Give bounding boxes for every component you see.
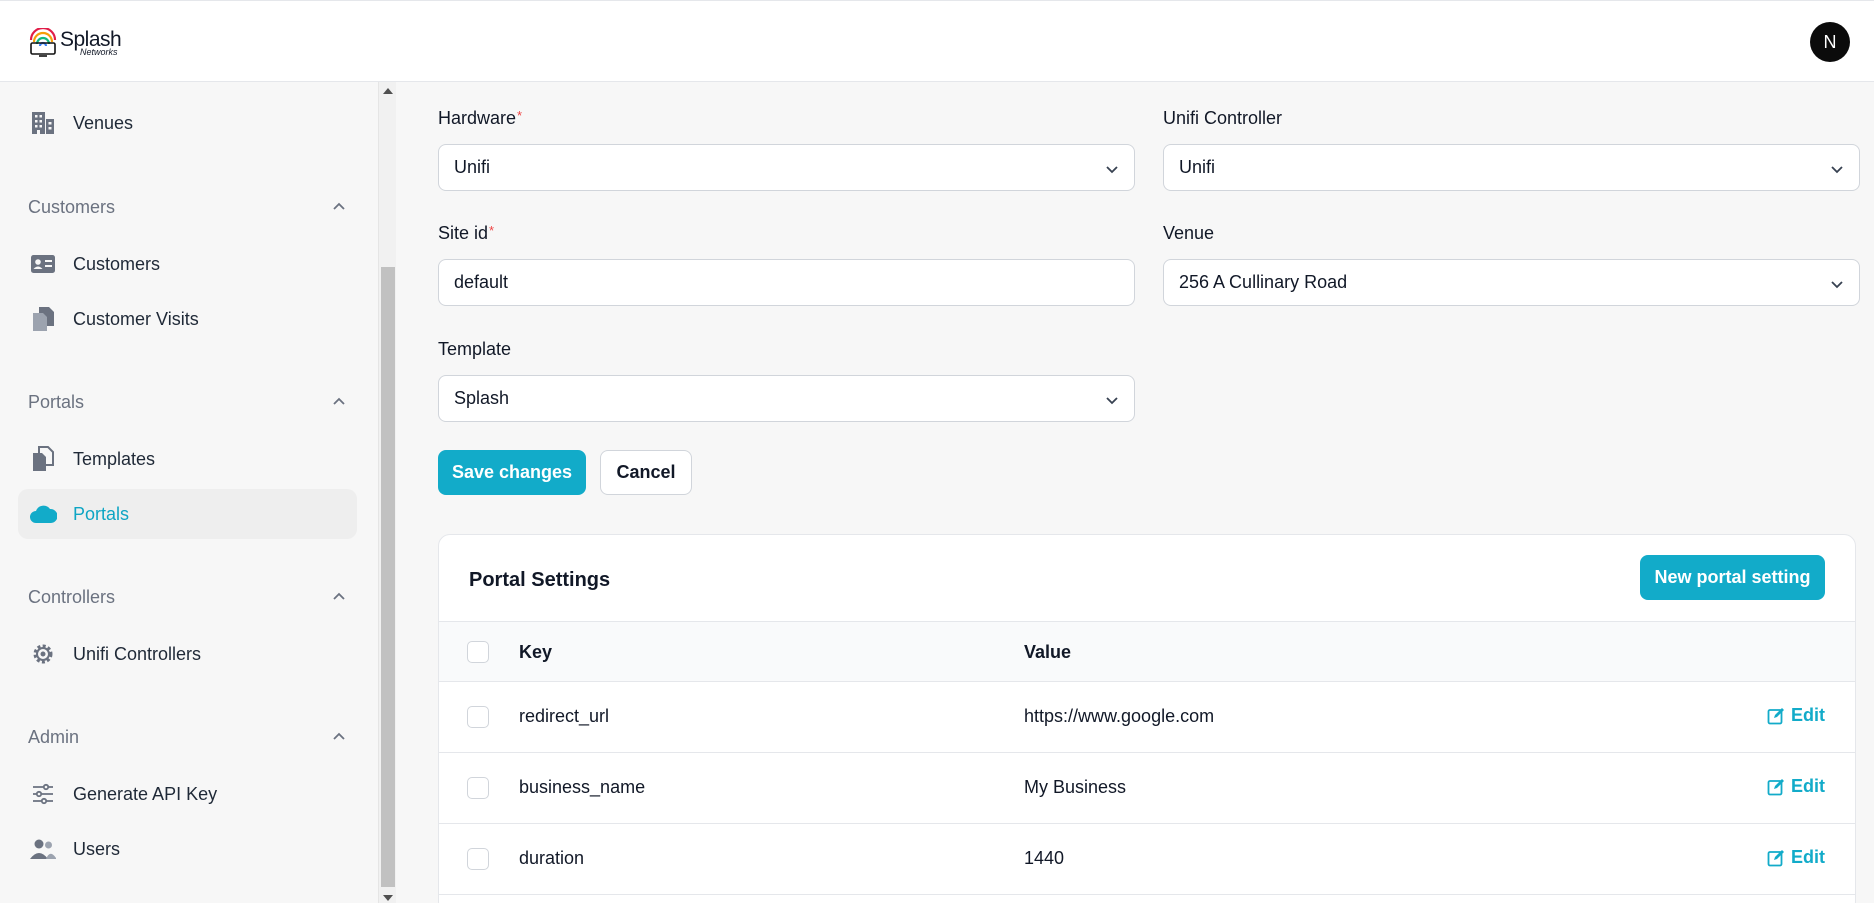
user-avatar[interactable]: N	[1810, 22, 1850, 62]
sidebar-item-templates[interactable]: Templates	[18, 434, 357, 484]
chevron-down-icon	[1106, 166, 1118, 174]
row-value: https://www.google.com	[1024, 706, 1215, 726]
row-key: duration	[519, 848, 585, 868]
new-portal-setting-button[interactable]: New portal setting	[1640, 555, 1825, 600]
row-key: redirect_url	[519, 706, 610, 726]
chevron-down-icon	[1831, 166, 1843, 174]
sliders-icon	[29, 780, 57, 808]
chevron-up-icon	[333, 202, 345, 210]
edit-button[interactable]: Edit	[1767, 847, 1825, 868]
sidebar-item-label: Customer Visits	[73, 308, 199, 329]
select-all-checkbox[interactable]	[467, 641, 489, 663]
edit-icon	[1767, 707, 1784, 724]
scroll-thumb[interactable]	[381, 267, 395, 887]
portal-settings-card: Portal Settings New portal setting Key V…	[438, 534, 1856, 903]
hardware-label: Hardware*	[438, 108, 523, 128]
edit-icon	[1767, 849, 1784, 866]
cloud-icon	[29, 500, 57, 528]
sidebar-group-portals[interactable]: Portals	[28, 387, 346, 417]
hardware-select[interactable]: Unifi	[438, 144, 1135, 191]
sidebar-item-label: Templates	[73, 448, 156, 469]
column-header-value: Value	[1024, 642, 1072, 662]
wifi-logo-icon	[28, 26, 58, 58]
venue-label: Venue	[1163, 223, 1215, 243]
portal-settings-title: Portal Settings	[469, 569, 611, 591]
row-checkbox[interactable]	[467, 777, 489, 799]
sidebar-item-portals[interactable]: Portals	[18, 489, 357, 539]
users-icon	[29, 835, 57, 863]
sidebar-item-label: Unifi Controllers	[73, 643, 202, 664]
venue-select[interactable]: 256 A Cullinary Road	[1163, 259, 1860, 306]
column-header-key: Key	[519, 642, 553, 662]
row-key: business_name	[519, 777, 646, 797]
top-bar: Splash Networks N	[0, 0, 1874, 82]
chevron-up-icon	[333, 397, 345, 405]
site-id-label: Site id*	[438, 223, 495, 243]
required-mark: *	[489, 223, 495, 238]
splash-logo[interactable]: Splash Networks	[28, 25, 138, 61]
sidebar-group-controllers[interactable]: Controllers	[28, 582, 346, 612]
site-id-input[interactable]: default	[438, 259, 1135, 306]
table-row: business_name My Business Edit	[439, 753, 1855, 824]
chevron-up-icon	[333, 732, 345, 740]
chevron-down-icon	[1831, 281, 1843, 289]
edit-icon	[1767, 778, 1784, 795]
row-value: My Business	[1024, 777, 1127, 797]
row-checkbox[interactable]	[467, 848, 489, 870]
chevron-down-icon	[1106, 397, 1118, 405]
chevron-up-icon	[333, 592, 345, 600]
sidebar-group-customers[interactable]: Customers	[28, 192, 346, 222]
sidebar-item-label: Portals	[73, 503, 130, 524]
edit-button[interactable]: Edit	[1767, 776, 1825, 797]
sidebar-item-label: Venues	[73, 112, 134, 133]
table-row: duration 1440 Edit	[439, 824, 1855, 895]
building-icon	[29, 109, 57, 137]
scroll-up-icon[interactable]	[383, 88, 393, 94]
id-card-icon	[29, 250, 57, 278]
row-value: 1440	[1024, 848, 1065, 868]
row-checkbox[interactable]	[467, 706, 489, 728]
sidebar-item-label: Generate API Key	[73, 783, 218, 804]
unifi-controller-select[interactable]: Unifi	[1163, 144, 1860, 191]
sidebar-item-label: Customers	[73, 253, 161, 274]
required-mark: *	[517, 108, 523, 123]
gear-icon	[29, 640, 57, 668]
sidebar-item-label: Users	[73, 838, 121, 859]
sidebar-item-venues[interactable]: Venues	[18, 98, 357, 148]
sidebar-item-customer-visits[interactable]: Customer Visits	[18, 294, 357, 344]
sidebar-item-users[interactable]: Users	[18, 824, 357, 874]
sidebar-item-unifi-controllers[interactable]: Unifi Controllers	[18, 629, 357, 679]
sidebar-item-customers[interactable]: Customers	[18, 239, 357, 289]
cancel-button[interactable]: Cancel	[600, 450, 692, 495]
table-row: redirect_url https://www.google.com Edit	[439, 682, 1855, 753]
main-content: Hardware* Unifi Unifi Controller Unifi S…	[396, 82, 1874, 903]
table-header: Key Value	[439, 621, 1855, 682]
scroll-down-icon[interactable]	[383, 895, 393, 901]
save-changes-button[interactable]: Save changes	[438, 450, 586, 495]
copy-icon	[29, 445, 57, 473]
edit-button[interactable]: Edit	[1767, 705, 1825, 726]
sidebar-scrollbar[interactable]	[378, 82, 396, 903]
template-label: Template	[438, 339, 512, 359]
documents-icon	[29, 305, 57, 333]
sidebar: Venues Customers Customers Customer Visi…	[0, 82, 378, 903]
logo-subtext: Networks	[80, 47, 118, 57]
sidebar-item-generate-api-key[interactable]: Generate API Key	[18, 769, 357, 819]
unifi-controller-label: Unifi Controller	[1163, 108, 1283, 128]
sidebar-group-admin[interactable]: Admin	[28, 722, 346, 752]
template-select[interactable]: Splash	[438, 375, 1135, 422]
